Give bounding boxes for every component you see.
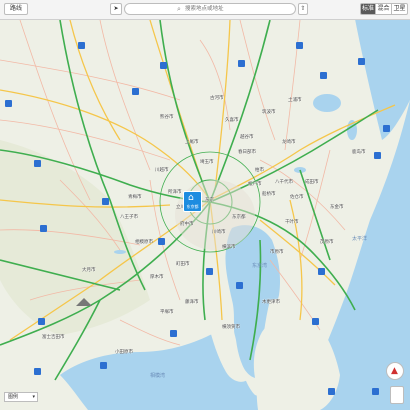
place-label: 青梅市 bbox=[128, 195, 142, 200]
route-shield-icon bbox=[296, 42, 303, 49]
route-shield-icon bbox=[236, 282, 243, 289]
place-label: 富士吉田市 bbox=[42, 335, 65, 340]
place-label: 川越市 bbox=[155, 168, 169, 173]
current-location-button[interactable]: ➤ bbox=[110, 3, 122, 15]
directions-button[interactable]: 路线 bbox=[4, 3, 28, 15]
place-label: 古河市 bbox=[210, 96, 224, 101]
place-label: 松户市 bbox=[248, 182, 262, 187]
route-shield-icon bbox=[206, 268, 213, 275]
selected-location-pin[interactable]: ⌂ 东京都 bbox=[183, 191, 202, 212]
place-label: 八千代市 bbox=[275, 180, 293, 185]
place-label: 藤泽市 bbox=[185, 300, 199, 305]
toolbar: 路线 ➤ ⌕ ⇧ 标准 混合 卫星 bbox=[0, 0, 410, 20]
place-label: 成田市 bbox=[305, 180, 319, 185]
place-label: 佐仓市 bbox=[290, 195, 304, 200]
place-label: 埼玉市 bbox=[200, 160, 214, 165]
place-label: 町田市 bbox=[176, 262, 190, 267]
place-label: 久喜市 bbox=[225, 118, 239, 123]
place-label: 平塚市 bbox=[160, 310, 174, 315]
route-shield-icon bbox=[34, 160, 41, 167]
place-label: 小田原市 bbox=[115, 350, 133, 355]
place-label: 柏市 bbox=[255, 168, 264, 173]
share-button[interactable]: ⇧ bbox=[298, 3, 308, 15]
search-field[interactable]: ⌕ bbox=[124, 3, 296, 15]
lake-sagami bbox=[114, 250, 126, 254]
map-canvas[interactable] bbox=[0, 0, 410, 410]
place-label: 越谷市 bbox=[240, 135, 254, 140]
share-icon: ⇧ bbox=[300, 5, 306, 12]
place-label: 龙崎市 bbox=[282, 140, 296, 145]
place-label: 熊谷市 bbox=[160, 115, 174, 120]
place-label: 千叶市 bbox=[285, 220, 299, 225]
place-label: 横须贺市 bbox=[222, 325, 240, 330]
route-shield-icon bbox=[132, 88, 139, 95]
place-label: 大月市 bbox=[82, 268, 96, 273]
route-shield-icon bbox=[160, 62, 167, 69]
place-label: 东京都 bbox=[232, 215, 246, 220]
place-label: 鹿岛市 bbox=[352, 150, 366, 155]
place-label: 茂原市 bbox=[320, 240, 334, 245]
place-label: 川崎市 bbox=[212, 230, 226, 235]
building-icon: ⌂ bbox=[188, 193, 194, 203]
place-label: 东金市 bbox=[330, 205, 344, 210]
route-shield-icon bbox=[34, 368, 41, 375]
route-shield-icon bbox=[170, 330, 177, 337]
search-icon: ⌕ bbox=[177, 5, 181, 13]
legend-label: 图例 bbox=[8, 394, 19, 400]
compass-icon: ▲ bbox=[391, 366, 398, 376]
place-label: 上尾市 bbox=[185, 140, 199, 145]
zoom-control[interactable] bbox=[390, 386, 404, 404]
view-mode-hybrid[interactable]: 混合 bbox=[376, 3, 392, 15]
water-label-sagami-bay: 相模湾 bbox=[150, 373, 166, 379]
maps-app: 东京湾 太平洋 相模湾 东京都 横滨市 川崎市 千叶市 埼玉市 川越市 八王子市… bbox=[0, 0, 410, 410]
route-shield-icon bbox=[40, 225, 47, 232]
place-label: 市原市 bbox=[270, 250, 284, 255]
route-shield-icon bbox=[100, 362, 107, 369]
place-label: 船桥市 bbox=[262, 192, 276, 197]
route-shield-icon bbox=[238, 60, 245, 67]
route-shield-icon bbox=[318, 268, 325, 275]
location-arrow-icon: ➤ bbox=[113, 5, 119, 12]
route-shield-icon bbox=[383, 125, 390, 132]
route-shield-icon bbox=[374, 152, 381, 159]
route-shield-icon bbox=[328, 388, 335, 395]
legend-dropdown[interactable]: 图例 ▾ bbox=[4, 392, 38, 402]
place-label: 筑波市 bbox=[262, 110, 276, 115]
place-label: 府中市 bbox=[180, 222, 194, 227]
lake-kasumigaura bbox=[313, 94, 341, 112]
route-shield-icon bbox=[38, 318, 45, 325]
route-shield-icon bbox=[320, 72, 327, 79]
water-label-tokyo-bay: 东京湾 bbox=[252, 263, 268, 269]
place-label: 木更津市 bbox=[262, 300, 280, 305]
search-input[interactable] bbox=[185, 4, 285, 14]
route-shield-icon bbox=[78, 42, 85, 49]
pin-label: 东京都 bbox=[186, 204, 199, 209]
water-label-pacific: 太平洋 bbox=[352, 236, 368, 242]
compass-button[interactable]: ▲ bbox=[386, 362, 404, 380]
view-mode-satellite[interactable]: 卫星 bbox=[392, 3, 408, 15]
place-label: 土浦市 bbox=[288, 98, 302, 103]
view-mode-standard[interactable]: 标准 bbox=[360, 3, 376, 15]
place-label: 春日部市 bbox=[238, 150, 256, 155]
place-label: 横滨市 bbox=[222, 245, 236, 250]
place-label: 厚木市 bbox=[150, 275, 164, 280]
route-shield-icon bbox=[372, 388, 379, 395]
place-label: 所泽市 bbox=[168, 190, 182, 195]
place-label: 八王子市 bbox=[120, 215, 138, 220]
place-label: 相模原市 bbox=[135, 240, 153, 245]
route-shield-icon bbox=[312, 318, 319, 325]
route-shield-icon bbox=[358, 58, 365, 65]
route-shield-icon bbox=[102, 198, 109, 205]
pin-side-label: 东京 bbox=[205, 198, 214, 203]
chevron-down-icon: ▾ bbox=[32, 394, 35, 400]
route-shield-icon bbox=[5, 100, 12, 107]
route-shield-icon bbox=[158, 238, 165, 245]
